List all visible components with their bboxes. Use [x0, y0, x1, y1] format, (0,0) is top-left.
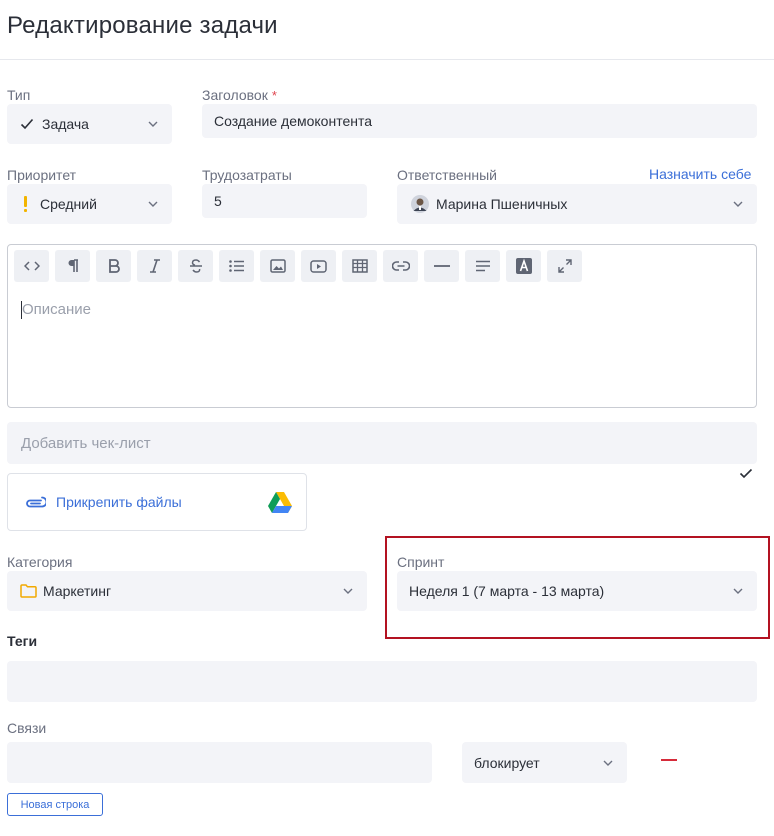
- text-color-icon[interactable]: [506, 250, 541, 282]
- exclamation-icon: [23, 196, 28, 212]
- relation-type-value: блокирует: [474, 754, 540, 771]
- avatar: [411, 195, 429, 213]
- description-placeholder: Описание: [22, 301, 92, 318]
- remove-relation-button[interactable]: [661, 759, 677, 761]
- page-title: Редактирование задачи: [7, 12, 278, 39]
- attach-files-label: Прикрепить файлы: [56, 494, 182, 510]
- heading-label-text: Заголовок: [202, 87, 268, 103]
- effort-label: Трудозатраты: [202, 167, 292, 183]
- editor-toolbar: [14, 250, 582, 282]
- heading-label: Заголовок *: [202, 87, 277, 103]
- add-checklist-input[interactable]: Добавить чек-лист: [7, 422, 757, 464]
- sprint-label: Спринт: [397, 554, 445, 570]
- chevron-down-icon: [603, 758, 613, 768]
- type-select[interactable]: Задача: [7, 104, 172, 144]
- assignee-select[interactable]: Марина Пшеничных: [397, 184, 757, 224]
- strikethrough-icon[interactable]: [178, 250, 213, 282]
- effort-value: 5: [214, 193, 222, 209]
- folder-icon: [20, 584, 37, 598]
- paperclip-icon: [24, 496, 46, 508]
- priority-label: Приоритет: [7, 167, 77, 183]
- required-mark: *: [271, 88, 277, 103]
- video-icon[interactable]: [301, 250, 336, 282]
- bold-icon[interactable]: [96, 250, 131, 282]
- relation-task-input[interactable]: [7, 742, 432, 783]
- description-editor[interactable]: Описание: [7, 244, 757, 408]
- sprint-select[interactable]: Неделя 1 (7 марта - 13 марта): [397, 571, 757, 611]
- assignee-label: Ответственный: [397, 167, 497, 183]
- paragraph-icon[interactable]: [55, 250, 90, 282]
- image-icon[interactable]: [260, 250, 295, 282]
- chevron-down-icon: [733, 586, 743, 596]
- heading-value: Создание демоконтента: [214, 113, 373, 129]
- new-row-button[interactable]: Новая строка: [7, 793, 103, 816]
- checkmark-icon: [20, 118, 34, 130]
- effort-input[interactable]: 5: [202, 184, 367, 218]
- google-drive-icon[interactable]: [268, 491, 292, 513]
- table-icon[interactable]: [342, 250, 377, 282]
- italic-icon[interactable]: [137, 250, 172, 282]
- tags-label: Теги: [7, 633, 38, 649]
- title-divider: [0, 59, 774, 60]
- align-icon[interactable]: [465, 250, 500, 282]
- fullscreen-icon[interactable]: [547, 250, 582, 282]
- link-icon[interactable]: [383, 250, 418, 282]
- chevron-down-icon: [148, 199, 158, 209]
- chevron-down-icon: [733, 199, 743, 209]
- assign-self-link[interactable]: Назначить себе: [649, 166, 751, 182]
- assignee-value: Марина Пшеничных: [436, 196, 568, 212]
- type-value: Задача: [42, 116, 89, 132]
- category-value: Маркетинг: [43, 583, 112, 599]
- attach-files-button[interactable]: Прикрепить файлы: [7, 473, 307, 531]
- chevron-down-icon: [148, 119, 158, 129]
- sprint-value: Неделя 1 (7 марта - 13 марта): [409, 583, 605, 599]
- heading-input[interactable]: Создание демоконтента: [202, 104, 757, 138]
- category-select[interactable]: Маркетинг: [7, 571, 367, 611]
- tags-input[interactable]: [7, 661, 757, 702]
- priority-value: Средний: [40, 196, 97, 212]
- type-label: Тип: [7, 87, 31, 103]
- checkmark-icon[interactable]: [739, 466, 753, 484]
- priority-select[interactable]: Средний: [7, 184, 172, 224]
- horizontal-rule-icon[interactable]: [424, 250, 459, 282]
- category-label: Категория: [7, 554, 73, 570]
- chevron-down-icon: [343, 586, 353, 596]
- code-icon[interactable]: [14, 250, 49, 282]
- list-icon[interactable]: [219, 250, 254, 282]
- relations-label: Связи: [7, 720, 47, 736]
- relation-type-select[interactable]: блокирует: [462, 742, 627, 783]
